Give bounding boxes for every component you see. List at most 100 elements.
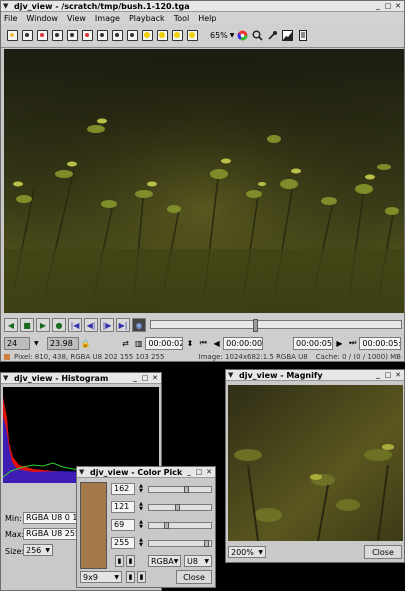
menu-view[interactable]: View (67, 14, 86, 23)
view-fit-button[interactable] (125, 28, 139, 44)
color-picker-close-button[interactable]: Close (176, 570, 212, 584)
frame-mode-button[interactable]: ◉ (132, 318, 146, 332)
magnify-title-bar[interactable]: ▼ djv_view - Magnify _ □ ✕ (226, 370, 404, 381)
chevron-down-icon[interactable]: ▼ (31, 337, 42, 349)
minimize-icon[interactable]: _ (374, 371, 382, 379)
alpha-channel-value[interactable]: 255 (111, 537, 135, 549)
magnify-zoom-select[interactable]: 200% ▼ (228, 546, 266, 558)
frame-slider[interactable] (150, 319, 402, 332)
zoom-dropdown[interactable]: 65% ▼ (210, 31, 234, 40)
maximize-icon[interactable]: □ (384, 2, 392, 10)
duration-timecode[interactable]: 00:00:05:00 (359, 336, 402, 350)
blue-slider-handle[interactable] (164, 522, 169, 529)
red-slider[interactable] (148, 486, 212, 493)
stop-button[interactable]: ■ (20, 318, 34, 332)
menu-tool[interactable]: Tool (174, 14, 190, 23)
play-forward-button[interactable]: ▶ (36, 318, 50, 332)
main-title-bar[interactable]: ▼ djv_view - /scratch/tmp/bush.1-120.tga… (1, 1, 404, 12)
red-slider-handle[interactable] (184, 486, 189, 493)
info-icon (298, 30, 307, 41)
window-menu-icon[interactable]: ▼ (228, 371, 235, 379)
menu-playback[interactable]: Playback (129, 14, 165, 23)
frame-prev-button[interactable]: ◀| (84, 318, 98, 332)
blue-slider[interactable] (148, 522, 212, 529)
zoom-reset-button[interactable] (170, 28, 184, 44)
window-menu-icon[interactable]: ▼ (3, 2, 10, 10)
play-reverse-button[interactable]: ◀ (4, 318, 18, 332)
close-icon[interactable]: ✕ (151, 374, 159, 382)
in-point-icon[interactable]: ⏮ (198, 337, 209, 349)
close-icon[interactable]: ✕ (394, 371, 402, 379)
lock-icon[interactable]: 🔒 (80, 337, 91, 349)
view-down-button[interactable] (95, 28, 109, 44)
open-file-button[interactable] (5, 28, 19, 44)
zoom-fit-button[interactable] (185, 28, 199, 44)
window-menu-icon[interactable]: ▼ (79, 468, 86, 476)
view-left-button[interactable] (50, 28, 64, 44)
out-point-set-icon[interactable]: ▶ (334, 337, 345, 349)
minimize-icon[interactable]: _ (374, 2, 382, 10)
menu-help[interactable]: Help (198, 14, 216, 23)
sample-lock-button[interactable]: ▮ (126, 571, 135, 583)
swap-button[interactable]: ▮ (126, 555, 135, 567)
sample-mode-button[interactable]: ▮ (137, 571, 146, 583)
maximize-icon[interactable]: □ (384, 371, 392, 379)
loop-button[interactable]: ● (52, 318, 66, 332)
color-picker-button[interactable] (266, 28, 279, 43)
close-file-button[interactable] (35, 28, 49, 44)
info-button[interactable] (296, 28, 309, 43)
sample-size-select[interactable]: 9x9 ▼ (80, 571, 122, 583)
fps-select[interactable]: 24 (4, 336, 30, 350)
frame-start-button[interactable]: |◀ (68, 318, 82, 332)
menu-file[interactable]: File (4, 14, 17, 23)
green-slider[interactable] (148, 504, 212, 511)
green-spin-icon[interactable]: ▲ ▼ (137, 501, 145, 513)
minimize-icon[interactable]: _ (185, 468, 193, 476)
blue-spin-icon[interactable]: ▲ ▼ (137, 519, 145, 531)
magnify-close-button[interactable]: Close (364, 545, 402, 559)
minimize-icon[interactable]: _ (131, 374, 139, 382)
alpha-slider[interactable] (148, 540, 212, 547)
menu-window[interactable]: Window (26, 14, 58, 23)
zoom-out-button[interactable] (155, 28, 169, 44)
size-select[interactable]: 256 ▼ (23, 544, 53, 556)
out-point-icon[interactable]: ⏭ (347, 337, 358, 349)
loop-mode-icon[interactable]: ⇄ (120, 337, 131, 349)
format-select[interactable]: RGBA ▼ (148, 555, 181, 567)
alpha-slider-handle[interactable] (204, 540, 209, 547)
frame-end-button[interactable]: ▶| (116, 318, 130, 332)
zoom-in-button[interactable] (140, 28, 154, 44)
close-icon[interactable]: ✕ (205, 468, 213, 476)
image-view[interactable] (4, 49, 404, 313)
red-spin-icon[interactable]: ▲ ▼ (137, 483, 145, 495)
alpha-spin-icon[interactable]: ▲ ▼ (137, 537, 145, 549)
red-channel-value[interactable]: 162 (111, 483, 135, 495)
lock-button[interactable]: ▮ (115, 555, 124, 567)
green-channel-value[interactable]: 121 (111, 501, 135, 513)
view-right-button[interactable] (65, 28, 79, 44)
green-slider-handle[interactable] (175, 504, 180, 511)
maximize-icon[interactable]: □ (141, 374, 149, 382)
current-timecode[interactable]: 00:00:02:02 (145, 336, 184, 350)
window-menu-icon[interactable]: ▼ (3, 374, 10, 382)
current-frame-spin-icon[interactable]: ⬍ (184, 337, 195, 349)
view-up-button[interactable] (80, 28, 94, 44)
in-timecode[interactable]: 00:00:00:01 (223, 336, 263, 350)
frame-next-button[interactable]: |▶ (100, 318, 114, 332)
out-timecode[interactable]: 00:00:05:00 (293, 336, 333, 350)
every-frame-icon[interactable]: ▥ (133, 337, 144, 349)
color-wheel-button[interactable] (236, 28, 249, 43)
maximize-icon[interactable]: □ (195, 468, 203, 476)
menu-image[interactable]: Image (95, 14, 120, 23)
color-picker-title-bar[interactable]: ▼ djv_view - Color Pick _ □ ✕ (77, 467, 215, 478)
histogram-button[interactable] (281, 28, 294, 43)
reload-button[interactable] (20, 28, 34, 44)
magnify-tool-button[interactable] (251, 28, 264, 43)
in-point-set-icon[interactable]: ◀ (211, 337, 222, 349)
histogram-title-bar[interactable]: ▼ djv_view - Histogram _ □ ✕ (1, 373, 161, 384)
frame-slider-handle[interactable] (253, 319, 258, 332)
blue-channel-value[interactable]: 69 (111, 519, 135, 531)
close-icon[interactable]: ✕ (394, 2, 402, 10)
view-center-button[interactable] (110, 28, 124, 44)
type-select[interactable]: U8 ▼ (184, 555, 212, 567)
